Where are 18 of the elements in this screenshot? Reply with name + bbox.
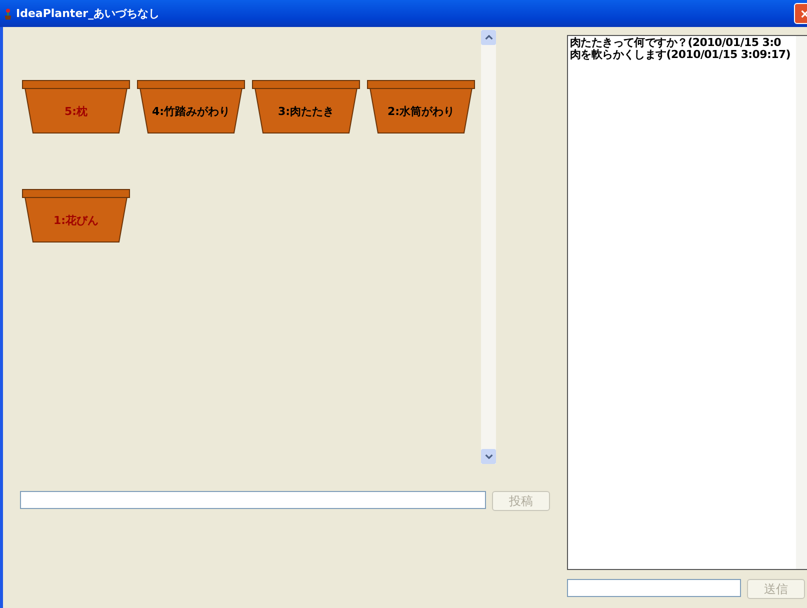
chevron-down-icon: [484, 454, 492, 459]
pot-label: 4:竹踏みがわり: [152, 104, 230, 118]
chat-message: 肉を軟らかくします(2010/01/15 3:09:17): [570, 49, 792, 61]
pot-label: 3:肉たたき: [278, 104, 334, 118]
scroll-up-button[interactable]: [481, 30, 496, 45]
scrollbar[interactable]: [796, 36, 807, 569]
plant-icon: [4, 8, 12, 20]
close-icon: [800, 10, 807, 18]
scroll-down-button[interactable]: [481, 449, 496, 464]
post-input-field[interactable]: [20, 491, 486, 509]
pot-label: 1:花びん: [53, 212, 99, 228]
scrollbar[interactable]: [481, 30, 496, 464]
pot-label: 5:枕: [64, 104, 88, 118]
window-title: IdeaPlanter_あいづちなし: [16, 6, 160, 21]
pot-label: 2:水筒がわり: [387, 104, 455, 118]
chat-message: 肉たたきって何ですか？(2010/01/15 3:0: [570, 37, 782, 49]
chat-input-field[interactable]: [567, 579, 741, 597]
chevron-up-icon: [484, 35, 492, 40]
